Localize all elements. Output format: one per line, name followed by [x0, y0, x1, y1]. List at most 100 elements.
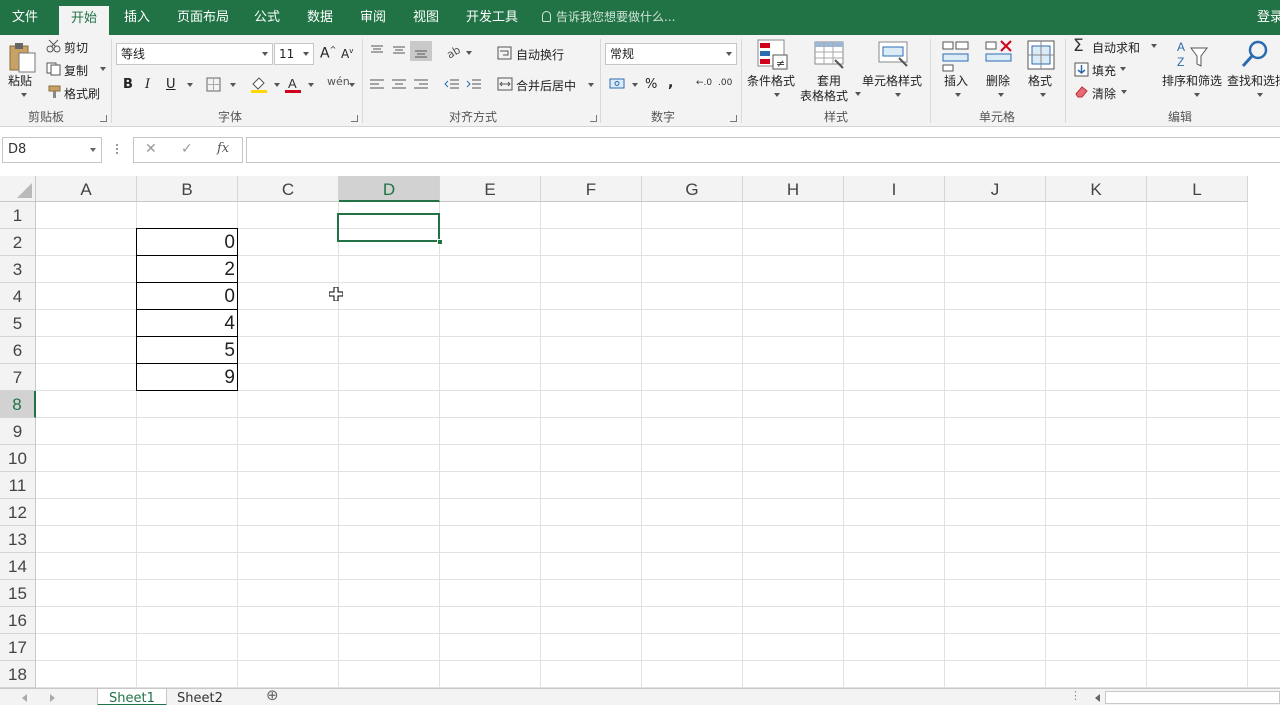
- align-bottom-button[interactable]: [410, 41, 432, 61]
- conditional-formatting-dropdown-icon[interactable]: [774, 93, 780, 97]
- font-size-select[interactable]: 11: [274, 43, 314, 65]
- row-header-10[interactable]: 10: [0, 445, 36, 472]
- tab-insert[interactable]: 插入: [124, 0, 150, 35]
- align-right-icon[interactable]: [413, 78, 429, 90]
- alignment-launcher-icon[interactable]: [590, 115, 597, 122]
- cancel-icon[interactable]: ✕: [145, 141, 157, 157]
- phonetic-dropdown-icon[interactable]: [349, 83, 355, 87]
- column-header-h[interactable]: H: [743, 176, 844, 202]
- formula-input[interactable]: [246, 137, 1280, 163]
- tab-view[interactable]: 视图: [413, 0, 439, 35]
- increase-decimal-icon[interactable]: ←.0: [696, 78, 712, 88]
- align-center-icon[interactable]: [391, 78, 407, 90]
- tab-page-layout[interactable]: 页面布局: [177, 0, 229, 35]
- row-header-14[interactable]: 14: [0, 553, 36, 580]
- login-link[interactable]: 登录: [1257, 0, 1280, 35]
- horizontal-scrollbar[interactable]: [1105, 691, 1280, 704]
- insert-function-icon[interactable]: fx: [217, 141, 229, 156]
- align-top-icon[interactable]: [369, 44, 385, 56]
- column-header-k[interactable]: K: [1046, 176, 1147, 202]
- fill-handle[interactable]: [437, 239, 443, 245]
- insert-cells-dropdown-icon[interactable]: [955, 93, 961, 97]
- name-box[interactable]: D8: [2, 137, 102, 163]
- tab-formulas[interactable]: 公式: [254, 0, 280, 35]
- copy-button[interactable]: 复制: [64, 62, 88, 79]
- orientation-dropdown-icon[interactable]: [466, 51, 472, 55]
- row-header-17[interactable]: 17: [0, 634, 36, 661]
- cell-b3[interactable]: 2: [137, 256, 238, 283]
- scroll-right-icon[interactable]: [50, 694, 55, 702]
- find-select-dropdown-icon[interactable]: [1257, 93, 1263, 97]
- cell-b2[interactable]: 0: [137, 229, 238, 256]
- row-header-18[interactable]: 18: [0, 661, 36, 688]
- underline-dropdown-icon[interactable]: [187, 83, 193, 87]
- phonetic-icon[interactable]: wén: [327, 75, 350, 88]
- font-color-dropdown-icon[interactable]: [308, 83, 314, 87]
- merge-center-button[interactable]: 合并后居中: [516, 77, 576, 94]
- tab-home[interactable]: 开始: [59, 6, 110, 35]
- column-header-d[interactable]: D: [339, 176, 440, 202]
- row-header-12[interactable]: 12: [0, 499, 36, 526]
- fill-color-dropdown-icon[interactable]: [274, 83, 280, 87]
- sheet-tab-sheet1[interactable]: Sheet1: [97, 689, 167, 705]
- font-color-icon[interactable]: A: [284, 75, 302, 94]
- copy-dropdown-icon[interactable]: [100, 67, 106, 71]
- row-header-13[interactable]: 13: [0, 526, 36, 553]
- delete-cells-button[interactable]: 删除: [986, 72, 1010, 89]
- row-header-7[interactable]: 7: [0, 364, 36, 391]
- tab-developer[interactable]: 开发工具: [466, 0, 518, 35]
- tab-data[interactable]: 数据: [307, 0, 333, 35]
- increase-indent-icon[interactable]: [466, 78, 482, 90]
- font-launcher-icon[interactable]: [351, 115, 358, 122]
- format-cells-button[interactable]: 格式: [1028, 72, 1052, 89]
- decrease-indent-icon[interactable]: [444, 78, 460, 90]
- paste-dropdown-icon[interactable]: [21, 93, 27, 97]
- sheet-tab-sheet2[interactable]: Sheet2: [166, 689, 234, 705]
- fill-color-icon[interactable]: [250, 75, 268, 94]
- cell-b4[interactable]: 0: [137, 283, 238, 310]
- row-header-3[interactable]: 3: [0, 256, 36, 283]
- accounting-format-icon[interactable]: [609, 77, 627, 91]
- format-as-table-dropdown-icon[interactable]: [855, 92, 861, 96]
- enter-icon[interactable]: ✓: [181, 141, 193, 157]
- insert-cells-button[interactable]: 插入: [944, 72, 968, 89]
- cell-b7[interactable]: 9: [137, 364, 238, 391]
- italic-icon[interactable]: I: [145, 77, 150, 92]
- column-header-a[interactable]: A: [36, 176, 137, 202]
- spreadsheet-grid[interactable]: A B C D E F G H I J K L 1 2 3 4 5 6 7 8 9 10 11 12 13 14 15 16 17 18 0…: [0, 176, 1280, 688]
- row-header-5[interactable]: 5: [0, 310, 36, 337]
- row-header-2[interactable]: 2: [0, 229, 36, 256]
- row-header-9[interactable]: 9: [0, 418, 36, 445]
- align-left-icon[interactable]: [369, 78, 385, 90]
- decrease-decimal-icon[interactable]: .00: [718, 78, 732, 88]
- clipboard-launcher-icon[interactable]: [100, 115, 107, 122]
- row-header-15[interactable]: 15: [0, 580, 36, 607]
- resize-handle-icon[interactable]: [116, 144, 119, 156]
- column-header-b[interactable]: B: [137, 176, 238, 202]
- clear-dropdown-icon[interactable]: [1121, 90, 1127, 94]
- sort-filter-dropdown-icon[interactable]: [1194, 93, 1200, 97]
- paste-button[interactable]: 粘贴: [8, 72, 32, 89]
- cell-styles-dropdown-icon[interactable]: [895, 93, 901, 97]
- row-header-1[interactable]: 1: [0, 202, 36, 229]
- borders-icon[interactable]: [206, 77, 222, 92]
- cell-b5[interactable]: 4: [137, 310, 238, 337]
- column-header-g[interactable]: G: [642, 176, 743, 202]
- align-middle-icon[interactable]: [391, 44, 407, 56]
- fill-button[interactable]: 填充: [1092, 62, 1116, 79]
- decrease-font-icon[interactable]: Av: [341, 47, 353, 61]
- hscroll-left-icon[interactable]: [1095, 694, 1100, 702]
- tab-file[interactable]: 文件: [12, 0, 38, 35]
- scroll-left-icon[interactable]: [22, 694, 27, 702]
- autosum-dropdown-icon[interactable]: [1151, 44, 1157, 48]
- row-header-8[interactable]: 8: [0, 391, 36, 418]
- column-header-l[interactable]: L: [1147, 176, 1248, 202]
- delete-cells-dropdown-icon[interactable]: [998, 93, 1004, 97]
- underline-icon[interactable]: U: [166, 77, 176, 92]
- add-sheet-icon[interactable]: ⊕: [266, 686, 279, 704]
- number-launcher-icon[interactable]: [730, 115, 737, 122]
- bold-icon[interactable]: B: [123, 77, 133, 92]
- column-header-c[interactable]: C: [238, 176, 339, 202]
- orientation-icon[interactable]: ab: [445, 44, 461, 58]
- find-select-button[interactable]: 查找和选择: [1227, 72, 1280, 89]
